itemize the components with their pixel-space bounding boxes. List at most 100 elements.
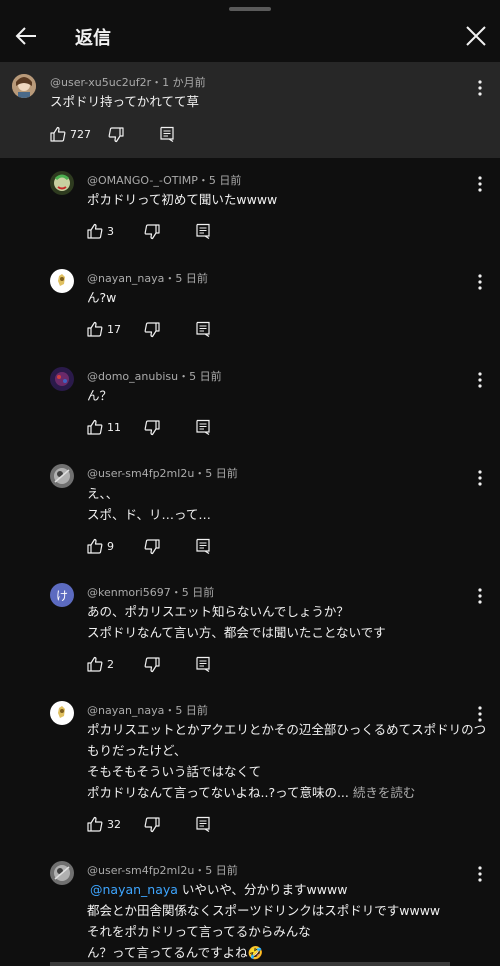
comment-text: え、、 スポ、ド、リ…って…: [87, 486, 211, 522]
comment-actions: 727: [50, 125, 200, 145]
like-icon: [87, 419, 103, 435]
dislike-button[interactable]: [144, 537, 162, 557]
comment-actions: 9: [87, 537, 227, 557]
reply-button[interactable]: [195, 537, 213, 557]
like-count: 2: [107, 658, 114, 671]
reply-comment: @user-sm4fp2ml2u・5 日前 @nayan_naya いやいや、分…: [0, 848, 500, 966]
reply-icon: [196, 419, 210, 435]
like-button[interactable]: 17: [87, 320, 123, 340]
dislike-icon: [144, 322, 160, 338]
dislike-button[interactable]: [144, 320, 162, 340]
avatar[interactable]: [50, 701, 74, 725]
bottom-bar: [50, 962, 450, 966]
like-count: 727: [70, 128, 91, 141]
reply-comment: @nayan_naya・5 日前 ポカリスエットとかアクエリとかその辺全部ひっく…: [0, 688, 500, 848]
reply-comment: @user-sm4fp2ml2u・5 日前 え、、 スポ、ド、リ…って… 9: [0, 452, 500, 570]
like-count: 11: [107, 421, 121, 434]
more-vert-icon[interactable]: [472, 371, 488, 389]
more-vert-icon[interactable]: [472, 175, 488, 193]
dislike-button[interactable]: [144, 418, 162, 438]
more-vert-icon[interactable]: [472, 79, 488, 97]
avatar[interactable]: [50, 269, 74, 293]
reply-header: 返信: [0, 0, 500, 62]
reply-icon: [196, 538, 210, 554]
more-vert-icon[interactable]: [472, 273, 488, 291]
comment-actions: 3: [87, 222, 227, 242]
avatar[interactable]: [12, 74, 36, 98]
dislike-icon: [144, 657, 160, 673]
dislike-icon: [144, 420, 160, 436]
like-button[interactable]: 32: [87, 815, 123, 835]
like-icon: [87, 538, 103, 554]
more-vert-icon[interactable]: [472, 865, 488, 883]
reply-icon: [196, 816, 210, 832]
parent-comment: @user-xu5uc2uf2r・1 か月前 スポドリ持ってかれてて草 727: [0, 62, 500, 158]
comment-text: スポドリ持ってかれてて草: [50, 94, 200, 109]
reply-comment: @nayan_naya・5 日前 ん?w 17: [0, 256, 500, 354]
avatar[interactable]: [50, 367, 74, 391]
like-button[interactable]: 3: [87, 222, 117, 242]
dislike-button[interactable]: [108, 125, 126, 145]
comment-meta: @user-sm4fp2ml2u・5 日前: [87, 864, 238, 877]
like-icon: [87, 656, 103, 672]
avatar[interactable]: け: [50, 583, 74, 607]
like-button[interactable]: 9: [87, 537, 117, 557]
avatar[interactable]: [50, 171, 74, 195]
reply-comment: け @kenmori5697・5 日前 あの、ポカリスエット知らないんでしょうか…: [0, 570, 500, 688]
reply-icon: [196, 656, 210, 672]
more-vert-icon[interactable]: [472, 469, 488, 487]
more-vert-icon[interactable]: [472, 587, 488, 605]
read-more-link[interactable]: 続きを読む: [353, 785, 416, 800]
dislike-icon: [144, 817, 160, 833]
like-icon: [87, 223, 103, 239]
like-count: 17: [107, 323, 121, 336]
close-icon[interactable]: [462, 22, 490, 50]
like-icon: [87, 816, 103, 832]
avatar-letter: け: [55, 589, 68, 603]
comment-meta: @domo_anubisu・5 日前: [87, 370, 222, 383]
like-button[interactable]: 727: [50, 125, 91, 145]
like-icon: [87, 321, 103, 337]
comment-meta: @OMANGO-_-OTIMP・5 日前: [87, 174, 242, 187]
dislike-icon: [144, 539, 160, 555]
comment-text: ん？: [87, 388, 113, 403]
comment-meta: @user-xu5uc2uf2r・1 か月前: [50, 76, 206, 89]
like-count: 32: [107, 818, 121, 831]
reply-comment: @OMANGO-_-OTIMP・5 日前 ポカドリって初めて聞いたwwww 3: [0, 158, 500, 256]
like-icon: [50, 126, 66, 142]
comment-meta: @kenmori5697・5 日前: [87, 586, 215, 599]
dislike-button[interactable]: [144, 655, 162, 675]
comment-meta: @nayan_naya・5 日前: [87, 704, 208, 717]
dislike-button[interactable]: [144, 222, 162, 242]
comment-meta: @nayan_naya・5 日前: [87, 272, 208, 285]
reply-button[interactable]: [195, 655, 213, 675]
mention-link[interactable]: @nayan_naya: [87, 882, 178, 897]
comment-actions: 17: [87, 320, 227, 340]
dislike-icon: [108, 127, 124, 143]
reply-icon: [160, 126, 174, 142]
more-vert-icon[interactable]: [472, 705, 488, 723]
back-arrow-icon[interactable]: [12, 22, 40, 50]
reply-icon: [196, 223, 210, 239]
comment-actions: 11: [87, 418, 227, 438]
reply-button[interactable]: [195, 320, 213, 340]
comment-actions: 2: [87, 655, 227, 675]
like-count: 9: [107, 540, 114, 553]
comment-text: @nayan_naya いやいや、分かりますwwww 都会とか田舎関係なくスポー…: [87, 882, 441, 960]
page-title: 返信: [75, 28, 111, 49]
avatar[interactable]: [50, 861, 74, 885]
reply-button[interactable]: [195, 418, 213, 438]
comment-text: ポカリスエットとかアクエリとかその辺全部ひっくるめてスポドリのつ もりだったけど…: [87, 722, 487, 800]
reply-icon: [196, 321, 210, 337]
dislike-button[interactable]: [144, 815, 162, 835]
dislike-icon: [144, 224, 160, 240]
comment-text: ん?w: [87, 290, 117, 305]
like-button[interactable]: 2: [87, 655, 117, 675]
comment-text: ポカドリって初めて聞いたwwww: [87, 192, 278, 207]
reply-button[interactable]: [159, 125, 177, 145]
like-button[interactable]: 11: [87, 418, 123, 438]
reply-button[interactable]: [195, 222, 213, 242]
comment-actions: 32: [87, 815, 227, 835]
avatar[interactable]: [50, 464, 74, 488]
reply-button[interactable]: [195, 815, 213, 835]
